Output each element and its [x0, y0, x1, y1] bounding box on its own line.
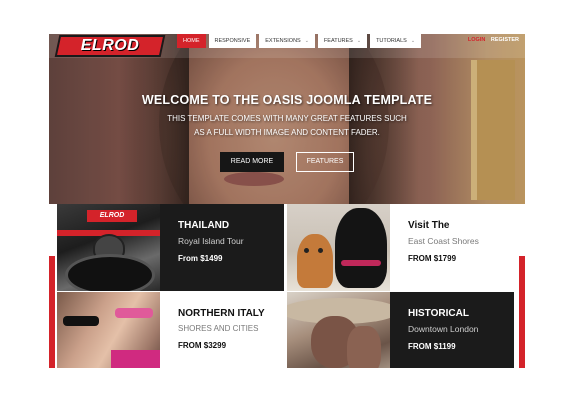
card-subtitle: SHORES AND CITIES: [178, 324, 259, 333]
features-button[interactable]: FEATURES: [296, 152, 354, 172]
card-east-coast[interactable]: Visit The East Coast Shores FROM $1799: [287, 204, 514, 291]
website-frame: ELROD Home Responsive Extensions ⌄ Featu…: [49, 34, 525, 368]
logo-text: ELROD: [80, 37, 140, 54]
nav-item-responsive[interactable]: Responsive: [208, 34, 257, 48]
hero-banner: ELROD Home Responsive Extensions ⌄ Featu…: [49, 34, 525, 204]
card-historical[interactable]: HISTORICAL Downtown London FROM $1199: [287, 292, 514, 368]
card-image-woman-hat: [287, 292, 390, 368]
nav-item-home[interactable]: Home: [177, 34, 206, 48]
chevron-down-icon: ⌄: [304, 38, 309, 44]
card-subtitle: Downtown London: [408, 324, 479, 334]
card-info: Visit The East Coast Shores FROM $1799: [390, 204, 514, 291]
site-logo[interactable]: ELROD: [54, 35, 166, 57]
tour-cards: ELROD THAILAND Royal Island Tour From $1…: [49, 204, 525, 368]
card-title: THAILAND: [178, 220, 230, 231]
register-link[interactable]: Register: [491, 37, 519, 43]
card-title: Visit The: [408, 220, 450, 231]
chevron-down-icon: ⌄: [410, 38, 416, 44]
card-price: FROM $1799: [408, 254, 457, 263]
card-title: HISTORICAL: [408, 308, 469, 319]
card-northern-italy[interactable]: NORTHERN ITALY SHORES AND CITIES FROM $3…: [57, 292, 284, 368]
card-image-dogs: [287, 204, 390, 291]
card-title: NORTHERN ITALY: [178, 308, 265, 319]
card-thailand[interactable]: ELROD THAILAND Royal Island Tour From $1…: [57, 204, 284, 291]
card-info: THAILAND Royal Island Tour From $1499: [160, 204, 284, 291]
card-price: FROM $1199: [408, 342, 456, 351]
nav-item-extensions[interactable]: Extensions ⌄: [259, 34, 315, 48]
top-navigation-bar: ELROD Home Responsive Extensions ⌄ Featu…: [49, 34, 525, 58]
card-subtitle: East Coast Shores: [408, 236, 479, 246]
card-subtitle: Royal Island Tour: [178, 236, 244, 246]
card-info: HISTORICAL Downtown London FROM $1199: [390, 292, 514, 368]
read-more-button[interactable]: READ MORE: [220, 152, 284, 172]
card-image-race-car: ELROD: [57, 204, 160, 291]
login-link[interactable]: Login: [468, 37, 485, 43]
hero-subtitle: THIS TEMPLATE COMES WITH MANY GREAT FEAT…: [167, 114, 407, 137]
nav-item-features[interactable]: Features ⌄: [317, 34, 368, 48]
card-info: NORTHERN ITALY SHORES AND CITIES FROM $3…: [160, 292, 284, 368]
auth-links: Login Register: [468, 37, 519, 43]
hero-title: WELCOME TO THE OASIS JOOMLA TEMPLATE: [141, 93, 433, 107]
main-nav: Home Responsive Extensions ⌄ Features ⌄ …: [177, 34, 424, 48]
image-logo-badge: ELROD: [87, 210, 137, 222]
chevron-down-icon: ⌄: [356, 38, 362, 44]
card-price: From $1499: [178, 254, 223, 263]
card-image-friends: [57, 292, 160, 368]
card-price: FROM $3299: [178, 341, 227, 350]
nav-item-tutorials[interactable]: Tutorials ⌄: [370, 34, 422, 48]
